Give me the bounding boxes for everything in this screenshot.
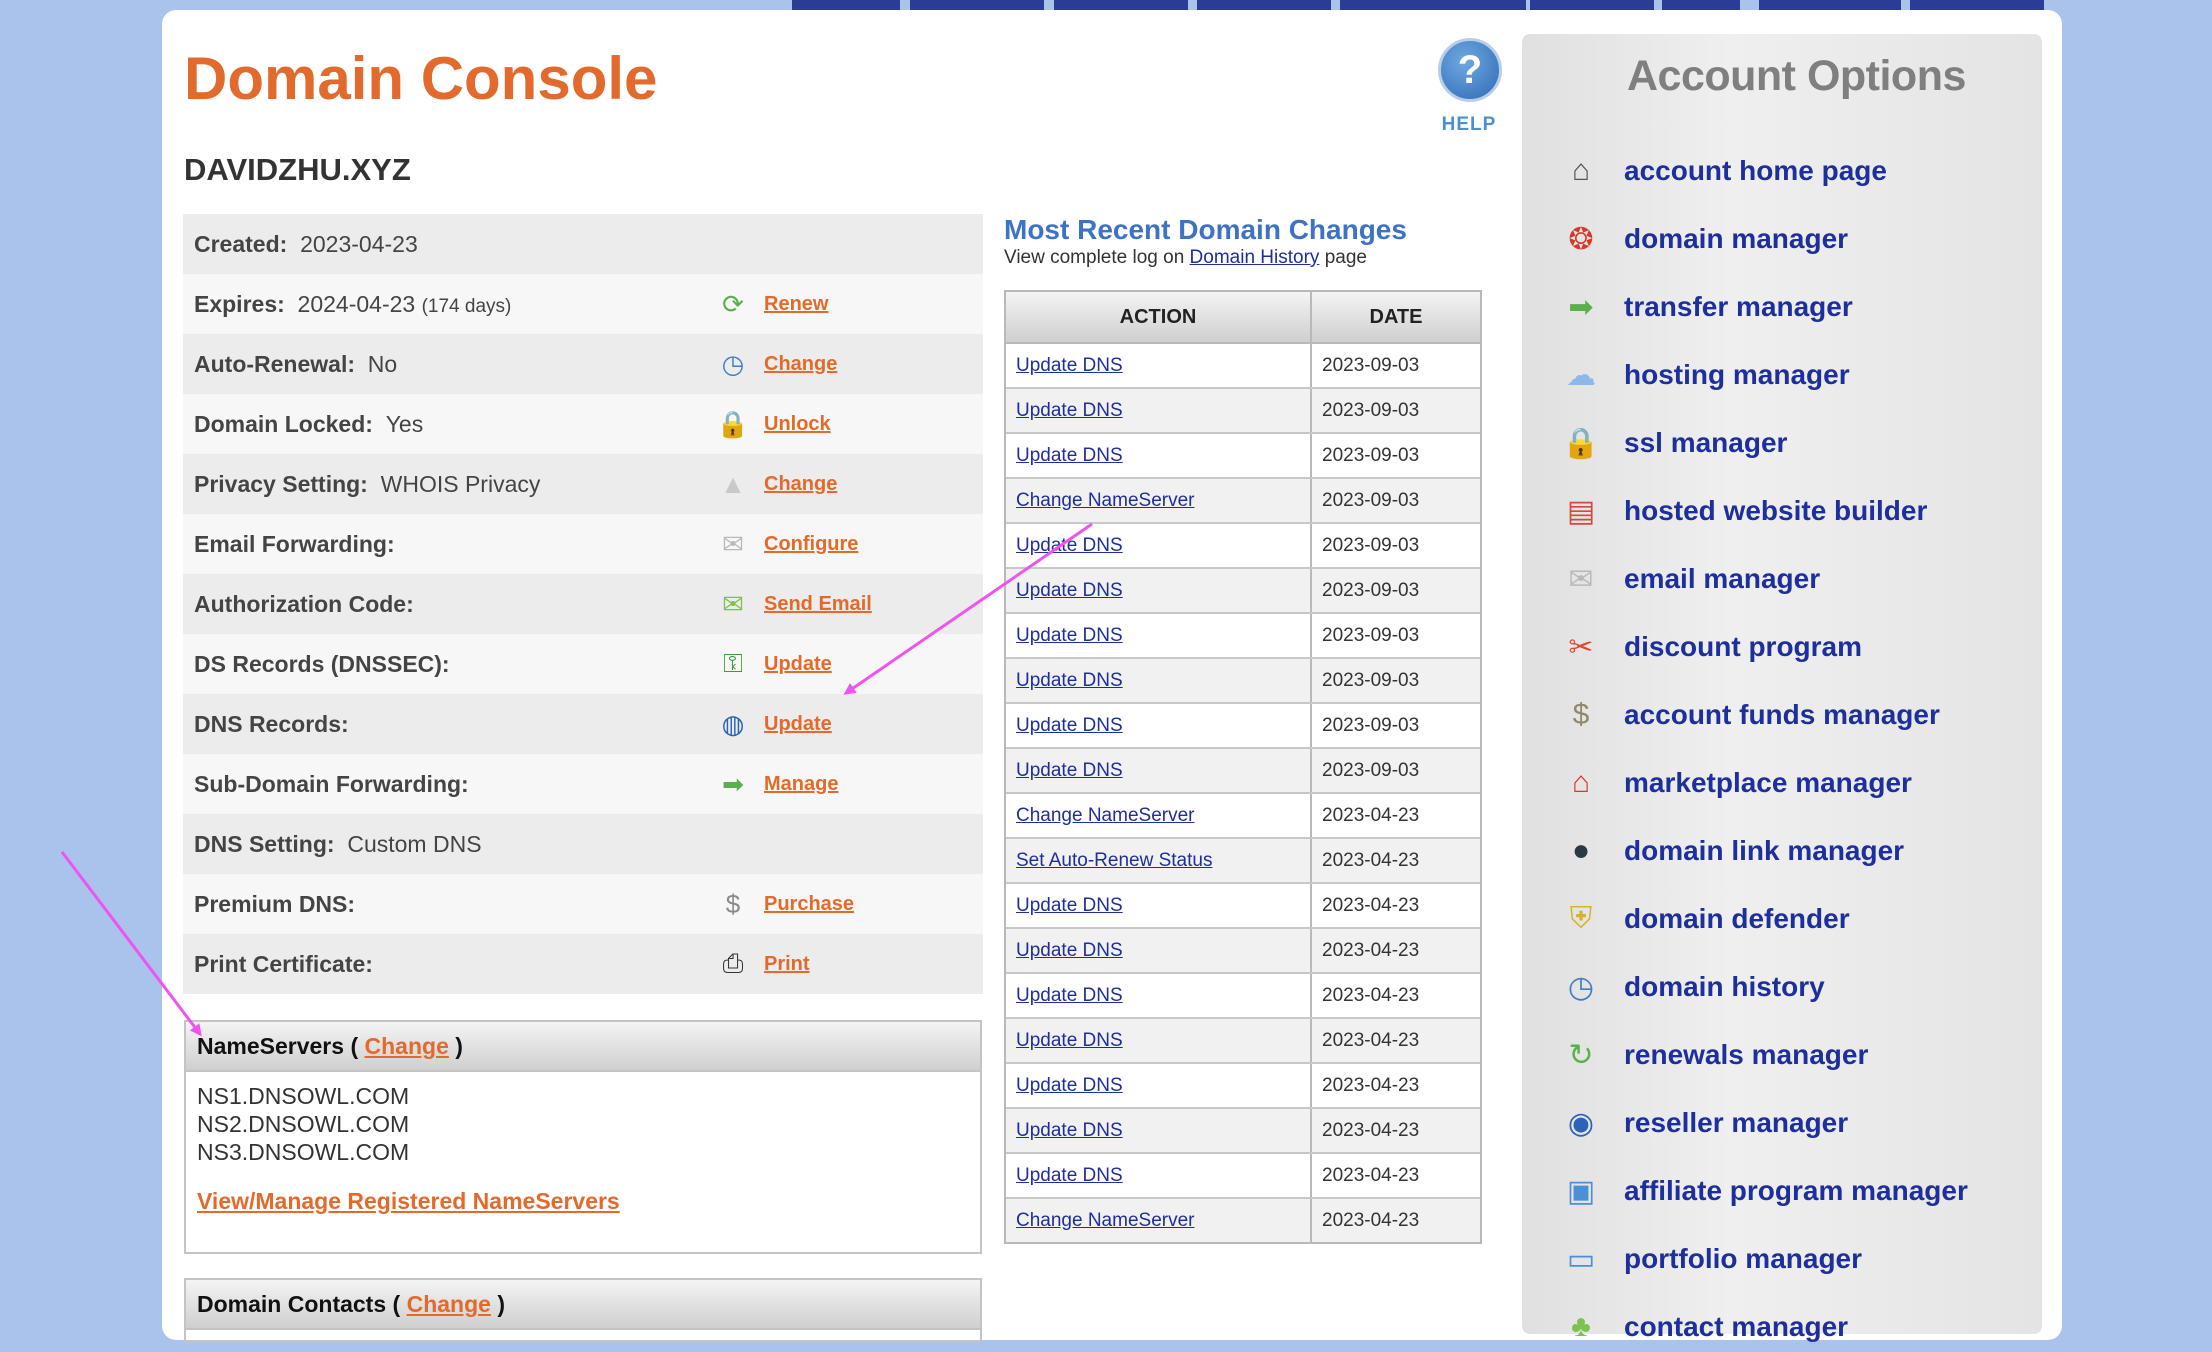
annotation-arrows bbox=[60, 522, 1093, 1037]
annotation-arrow-nameservers bbox=[60, 851, 202, 1037]
annotation-arrow-dns bbox=[843, 522, 1093, 695]
